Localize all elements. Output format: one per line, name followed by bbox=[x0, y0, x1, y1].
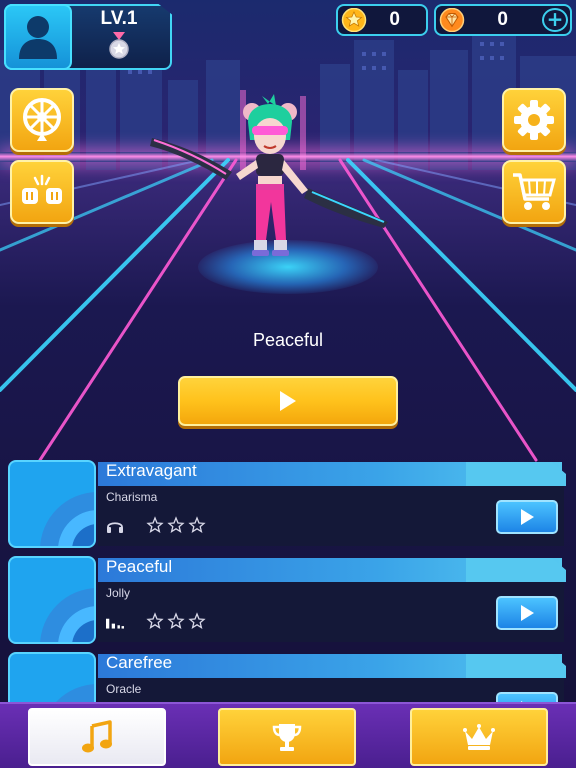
trophy-icon bbox=[272, 724, 302, 751]
add-gems-button[interactable]: + bbox=[542, 8, 568, 32]
song-row[interactable]: Extravagant Charisma bbox=[6, 458, 572, 550]
song-row[interactable]: Peaceful Jolly bbox=[6, 554, 572, 646]
song-name: Extravagant bbox=[106, 461, 197, 480]
crown-icon bbox=[463, 724, 495, 750]
bottom-navigation bbox=[0, 702, 576, 768]
tab-songs[interactable] bbox=[28, 708, 166, 766]
song-artist: Charisma bbox=[106, 490, 158, 504]
song-cover-art bbox=[8, 556, 96, 644]
star-icon bbox=[341, 8, 367, 32]
song-list[interactable]: Extravagant Charisma Peaceful Jolly Care… bbox=[0, 456, 576, 704]
headphones-icon bbox=[107, 522, 123, 533]
song-star-rating bbox=[146, 612, 206, 630]
stars-counter: 0 bbox=[336, 4, 428, 36]
avatar[interactable] bbox=[4, 4, 72, 70]
song-artist: Jolly bbox=[106, 586, 131, 600]
signal-bars-icon bbox=[106, 618, 124, 629]
song-cover-art bbox=[8, 652, 96, 704]
song-play-button[interactable] bbox=[496, 500, 558, 534]
shopping-cart-icon bbox=[513, 173, 556, 210]
gem-icon bbox=[439, 8, 465, 32]
song-artist: Oracle bbox=[106, 682, 142, 696]
music-note-icon bbox=[82, 720, 112, 753]
song-row-body bbox=[98, 580, 564, 642]
tab-vip[interactable] bbox=[410, 708, 548, 766]
play-icon bbox=[280, 391, 296, 411]
gems-amount: 0 bbox=[497, 9, 508, 30]
settings-button[interactable] bbox=[502, 88, 566, 152]
song-name: Carefree bbox=[106, 653, 173, 672]
lucky-wheel-button[interactable] bbox=[10, 88, 74, 152]
song-row-header-tail bbox=[466, 654, 566, 678]
song-row[interactable]: Carefree Oracle bbox=[6, 650, 572, 704]
play-icon bbox=[521, 509, 534, 525]
song-row-header-tail bbox=[466, 558, 566, 582]
song-row-header-tail bbox=[466, 462, 566, 486]
tab-leaderboard[interactable] bbox=[218, 708, 356, 766]
shop-button[interactable] bbox=[502, 160, 566, 224]
play-button[interactable] bbox=[178, 376, 398, 426]
battle-button[interactable] bbox=[10, 160, 74, 224]
play-icon bbox=[521, 605, 534, 621]
level-label: LV.1 bbox=[100, 8, 138, 29]
versus-fist-icon bbox=[22, 174, 62, 204]
song-name: Peaceful bbox=[106, 557, 173, 576]
wheel-icon bbox=[23, 98, 61, 141]
song-play-button[interactable] bbox=[496, 596, 558, 630]
user-silhouette-icon bbox=[19, 16, 57, 59]
featured-song-title: Peaceful bbox=[252, 330, 324, 350]
medal-icon bbox=[109, 32, 129, 59]
stars-amount: 0 bbox=[389, 9, 400, 30]
song-row-body bbox=[98, 676, 564, 704]
dancer-character bbox=[150, 94, 388, 256]
song-row-body bbox=[98, 484, 564, 546]
gems-counter: 0 + bbox=[434, 4, 572, 36]
song-star-rating bbox=[146, 516, 206, 534]
gear-icon bbox=[514, 100, 554, 140]
song-cover-art bbox=[8, 460, 96, 548]
